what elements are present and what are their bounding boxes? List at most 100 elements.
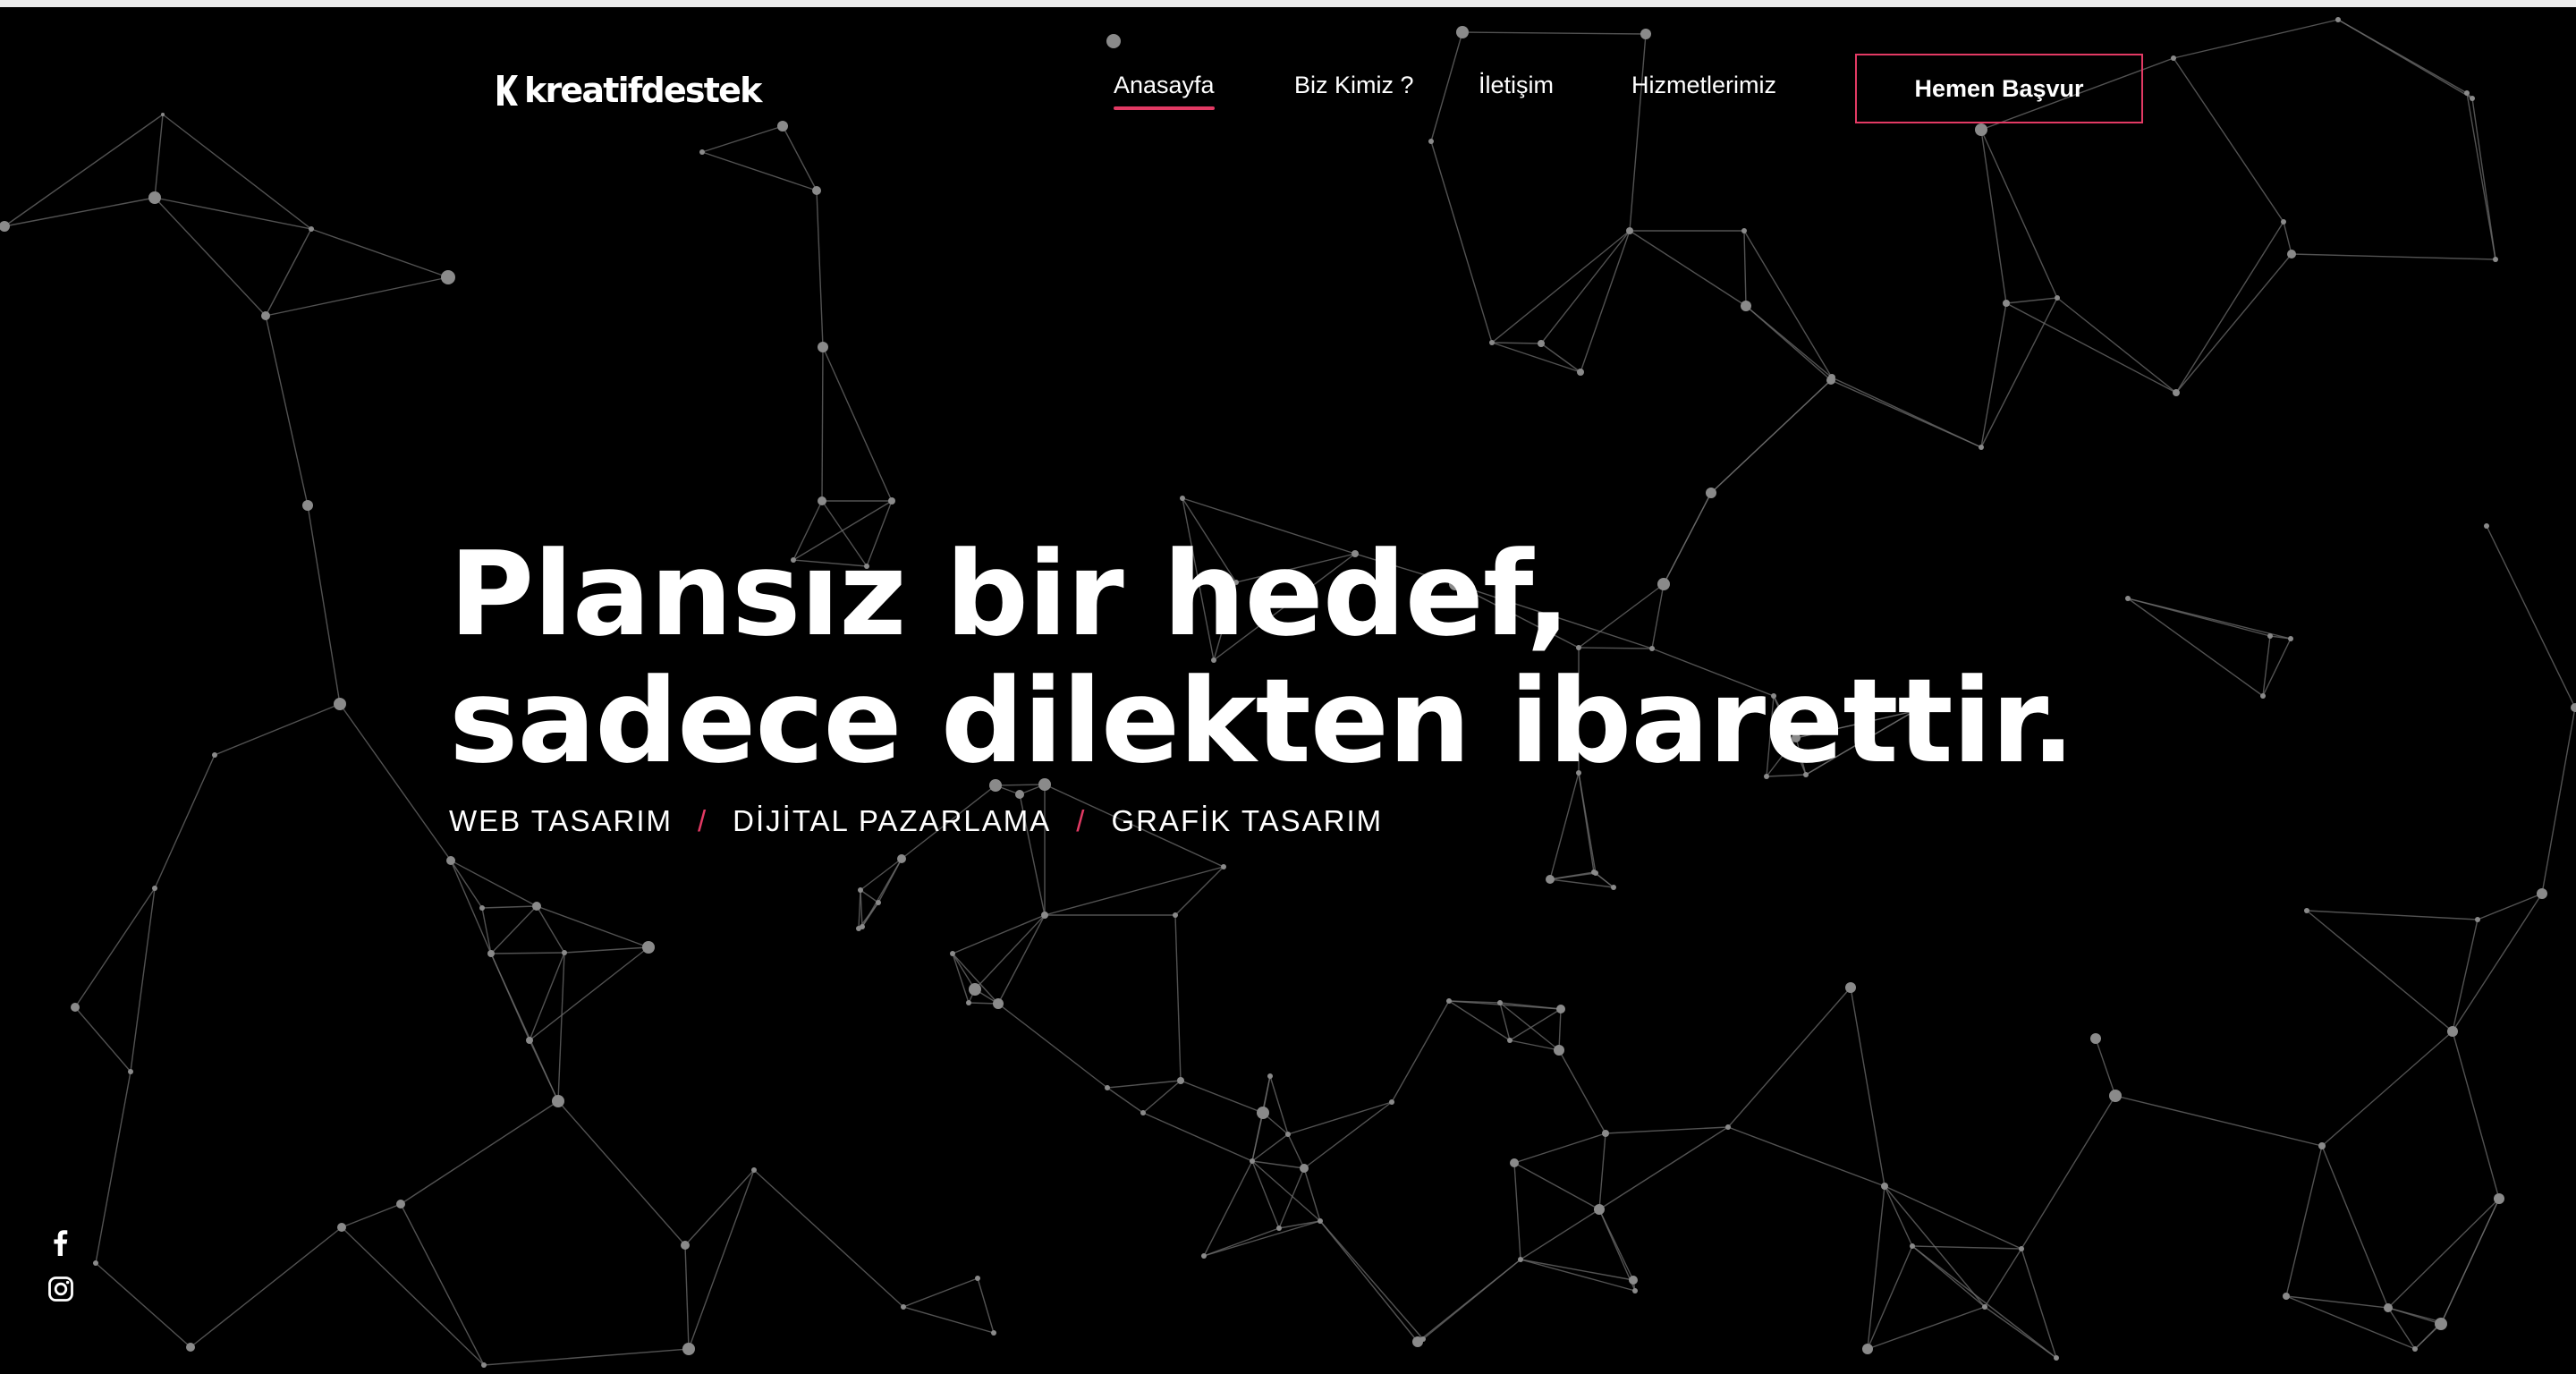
network-edge: [1710, 379, 1832, 494]
network-node: [2281, 219, 2286, 225]
network-node: [1180, 496, 1185, 501]
hero-title-line-2: sadece dilekten ibarettir.: [449, 653, 2075, 789]
network-node: [991, 1330, 996, 1336]
nav-item-hizmetlerimiz[interactable]: Hizmetlerimiz: [1631, 72, 1776, 99]
network-edge: [684, 1169, 755, 1246]
network-node: [1632, 1288, 1638, 1293]
network-node: [2447, 1026, 2458, 1037]
network-node: [481, 1362, 487, 1368]
network-edge: [1867, 1185, 1885, 1350]
network-edge: [2005, 297, 2058, 304]
network-edge: [1598, 1132, 1606, 1210]
network-edge: [2452, 919, 2479, 1032]
network-node: [2054, 1355, 2059, 1361]
network-edge: [1174, 866, 1224, 916]
network-edge: [341, 1226, 485, 1366]
network-node: [1257, 1107, 1269, 1119]
network-edge: [1629, 230, 1747, 307]
nav-item-biz-kimiz[interactable]: Biz Kimiz ?: [1294, 72, 1414, 99]
network-edge: [154, 197, 267, 317]
apply-now-button[interactable]: Hemen Başvur: [1855, 54, 2143, 123]
network-edge: [1044, 866, 1224, 916]
network-edge: [2127, 598, 2264, 697]
network-edge: [822, 346, 893, 502]
network-node: [2173, 389, 2180, 396]
nav-item-iletisim[interactable]: İletişim: [1479, 72, 1554, 99]
network-node: [812, 186, 821, 195]
network-edge: [2541, 707, 2576, 895]
network-edge: [1509, 1008, 1562, 1041]
network-node: [901, 1304, 906, 1310]
network-edge: [977, 1277, 995, 1334]
network-node: [682, 1343, 695, 1355]
network-edge: [339, 703, 452, 861]
network-node: [1389, 1099, 1394, 1105]
network-node: [1982, 1304, 1987, 1310]
instagram-icon[interactable]: [47, 1275, 75, 1303]
network-node: [2055, 295, 2060, 301]
network-node: [71, 1003, 80, 1012]
network-edge: [265, 276, 449, 317]
network-edge: [1180, 1080, 1264, 1114]
network-edge: [860, 858, 902, 891]
network-edge: [1558, 1008, 1562, 1051]
hero-title-line-1: Plansız bir hedef,: [449, 526, 1571, 662]
network-edge: [1520, 1209, 1600, 1260]
network-edge: [1850, 987, 1885, 1187]
network-edge: [861, 858, 902, 928]
network-edge: [2477, 893, 2543, 920]
network-node: [2384, 1303, 2393, 1312]
nav-item-anasayfa[interactable]: Anasayfa: [1114, 72, 1215, 110]
network-edge: [1745, 305, 1832, 381]
network-node: [1201, 1253, 1207, 1259]
network-edge: [1549, 872, 1597, 880]
network-edge: [1422, 1259, 1521, 1340]
network-edge: [400, 1100, 559, 1205]
network-node: [532, 902, 541, 911]
network-node: [2484, 523, 2489, 529]
network-node: [966, 1000, 971, 1005]
network-node: [1518, 1257, 1523, 1262]
network-edge: [1491, 342, 1581, 373]
network-node: [2288, 636, 2293, 641]
network-edge: [214, 703, 341, 756]
network-edge: [821, 346, 824, 502]
network-edge: [74, 887, 156, 1008]
network-node: [2267, 633, 2273, 639]
network-node: [487, 950, 495, 957]
network-node: [1611, 885, 1616, 890]
network-node: [309, 226, 314, 232]
network-edge: [1303, 1101, 1393, 1169]
network-node: [479, 905, 485, 911]
network-edge: [1513, 1162, 1521, 1260]
network-node: [2003, 300, 2010, 307]
network-node: [2283, 1293, 2290, 1300]
network-edge: [557, 1100, 686, 1246]
network-edge: [1509, 1039, 1560, 1051]
service-digital-marketing: DİJİTAL PAZARLAMA: [733, 804, 1052, 837]
network-edge: [2387, 1198, 2500, 1309]
network-edge: [265, 315, 309, 506]
network-edge: [2021, 1248, 2057, 1359]
network-edge: [400, 1203, 485, 1366]
network-edge: [2452, 893, 2543, 1032]
network-edge: [1278, 1167, 1305, 1229]
facebook-icon[interactable]: [47, 1228, 75, 1257]
network-node: [1979, 445, 1984, 450]
network-node: [337, 1223, 346, 1232]
network-node: [2109, 1090, 2122, 1102]
network-edge: [1911, 1245, 2057, 1359]
network-edge: [1269, 1075, 1289, 1135]
network-edge: [1174, 914, 1182, 1081]
network-node: [897, 854, 906, 863]
network-edge: [154, 754, 216, 889]
network-node: [1041, 912, 1048, 919]
network-node: [148, 191, 161, 204]
network-edge: [688, 1169, 755, 1350]
network-node: [1221, 864, 1226, 869]
network-edge: [4, 197, 156, 227]
network-edge: [1203, 1220, 1321, 1257]
network-edge: [2127, 598, 2271, 637]
network-edge: [1491, 342, 1542, 344]
network-edge: [1203, 1160, 1253, 1257]
